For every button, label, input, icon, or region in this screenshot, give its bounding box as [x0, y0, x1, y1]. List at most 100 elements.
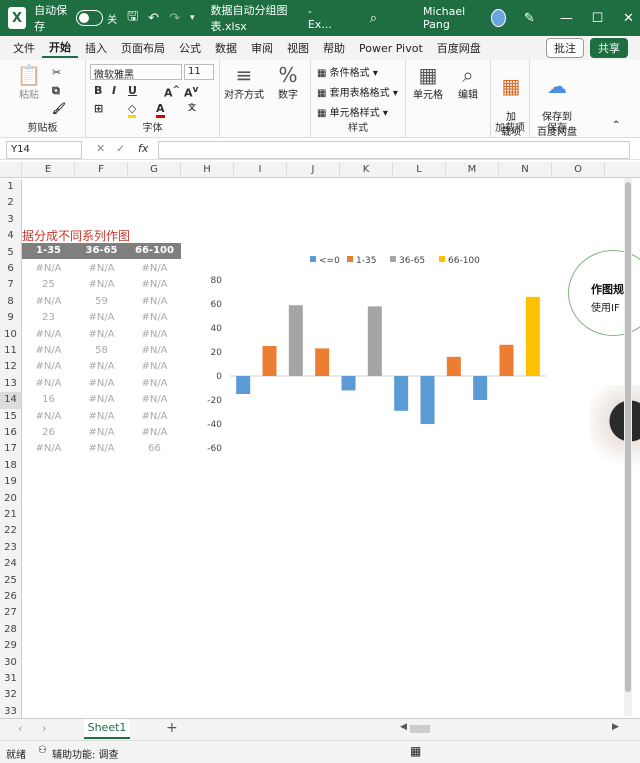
enter-icon[interactable]: ✓: [116, 142, 125, 155]
cond-format-button[interactable]: ▦ 条件格式 ▾: [317, 64, 378, 79]
table-cell[interactable]: #N/A: [128, 409, 181, 425]
paste-button[interactable]: 📋 粘贴: [12, 64, 46, 101]
name-box[interactable]: Y14: [6, 141, 82, 159]
table-cell[interactable]: 66: [128, 441, 181, 457]
bar-11[interactable]: [499, 344, 514, 376]
align-button[interactable]: ≡ 对齐方式: [222, 64, 266, 101]
table-cell[interactable]: 26: [22, 425, 75, 441]
cells-button[interactable]: ▦ 单元格: [408, 64, 448, 101]
table-cell[interactable]: #N/A: [75, 425, 128, 441]
table-cell[interactable]: #N/A: [75, 310, 128, 326]
bar-3[interactable]: [288, 305, 303, 376]
table-cell[interactable]: #N/A: [128, 294, 181, 310]
tab-review[interactable]: 审阅: [244, 40, 280, 56]
row-header-1[interactable]: 1: [0, 179, 22, 196]
phonetic-icon[interactable]: 文: [188, 102, 196, 113]
scroll-left-icon[interactable]: ◀: [400, 722, 407, 732]
row-header-20[interactable]: 20: [0, 490, 22, 507]
row-header-9[interactable]: 9: [0, 310, 22, 327]
header-66-100[interactable]: 66-100: [128, 243, 181, 259]
bar-6[interactable]: [367, 306, 382, 376]
table-cell[interactable]: 25: [22, 277, 75, 293]
bar-7[interactable]: [394, 376, 409, 411]
table-cell[interactable]: #N/A: [22, 376, 75, 392]
tab-formulas[interactable]: 公式: [172, 40, 208, 56]
table-cell[interactable]: #N/A: [128, 425, 181, 441]
row-header-13[interactable]: 13: [0, 375, 22, 393]
scroll-thumb[interactable]: [625, 182, 631, 692]
fx-icon[interactable]: fx: [138, 142, 148, 155]
sheet-tab-sheet1[interactable]: Sheet1: [84, 719, 130, 739]
column-header-g[interactable]: G: [128, 162, 181, 178]
row-header-22[interactable]: 22: [0, 523, 22, 540]
row-header-31[interactable]: 31: [0, 671, 22, 688]
column-header-f[interactable]: F: [75, 162, 128, 178]
row-header-3[interactable]: 3: [0, 211, 22, 229]
bar-5[interactable]: [341, 376, 356, 391]
normal-view-icon[interactable]: ▦: [410, 744, 421, 758]
formula-input[interactable]: [158, 141, 630, 159]
row-header-7[interactable]: 7: [0, 277, 22, 294]
avatar[interactable]: [490, 9, 506, 27]
bar-4[interactable]: [315, 348, 330, 376]
table-cell[interactable]: #N/A: [75, 261, 128, 277]
row-header-14[interactable]: 14: [0, 392, 22, 409]
column-header-e[interactable]: E: [22, 162, 75, 178]
format-painter-icon[interactable]: 🖌: [52, 102, 66, 115]
column-header-h[interactable]: H: [181, 162, 234, 178]
row-header-24[interactable]: 24: [0, 556, 22, 573]
search-icon[interactable]: ⌕: [370, 11, 377, 26]
accessibility-status[interactable]: 辅助功能: 调查: [52, 746, 119, 761]
row-header-29[interactable]: 29: [0, 638, 22, 655]
table-cell[interactable]: #N/A: [22, 441, 75, 457]
column-header-i[interactable]: I: [234, 162, 287, 178]
row-header-32[interactable]: 32: [0, 687, 22, 704]
maximize-button[interactable]: ☐: [586, 11, 609, 26]
edit-button[interactable]: ⌕ 编辑: [450, 64, 486, 101]
bar-9[interactable]: [446, 356, 461, 376]
table-cell[interactable]: #N/A: [75, 359, 128, 375]
underline-icon[interactable]: U: [128, 84, 137, 97]
row-header-11[interactable]: 11: [0, 343, 22, 360]
table-cell[interactable]: #N/A: [75, 376, 128, 392]
tab-data[interactable]: 数据: [208, 40, 244, 56]
tab-power-pivot[interactable]: Power Pivot: [352, 42, 430, 55]
column-header-j[interactable]: J: [287, 162, 340, 178]
h-scroll-thumb[interactable]: [410, 725, 430, 733]
bar-8[interactable]: [420, 376, 435, 424]
select-all-corner[interactable]: [0, 162, 22, 178]
table-cell[interactable]: #N/A: [128, 376, 181, 392]
table-cell[interactable]: 23: [22, 310, 75, 326]
number-button[interactable]: % 数字: [270, 64, 306, 101]
column-header-m[interactable]: M: [446, 162, 499, 178]
row-header-5[interactable]: 5: [0, 244, 22, 261]
bar-2[interactable]: [262, 346, 277, 376]
table-cell[interactable]: #N/A: [128, 392, 181, 408]
row-header-26[interactable]: 26: [0, 589, 22, 606]
font-name-select[interactable]: 微软雅黑: [90, 64, 182, 81]
undo-icon[interactable]: ↶: [148, 11, 159, 26]
tab-view[interactable]: 视图: [280, 40, 316, 56]
row-header-19[interactable]: 19: [0, 474, 22, 491]
tab-page-layout[interactable]: 页面布局: [114, 40, 172, 56]
next-sheet-icon[interactable]: ›: [42, 722, 46, 735]
table-cell[interactable]: #N/A: [128, 277, 181, 293]
table-cell[interactable]: #N/A: [75, 277, 128, 293]
table-cell[interactable]: #N/A: [22, 343, 75, 359]
table-cell[interactable]: #N/A: [75, 409, 128, 425]
table-cell[interactable]: #N/A: [128, 327, 181, 343]
table-cell[interactable]: #N/A: [75, 392, 128, 408]
row-header-15[interactable]: 15: [0, 408, 22, 425]
table-cell[interactable]: #N/A: [128, 343, 181, 359]
row-header-16[interactable]: 16: [0, 425, 22, 442]
cut-icon[interactable]: ✂: [52, 66, 61, 79]
row-header-28[interactable]: 28: [0, 621, 22, 639]
font-color-icon[interactable]: A: [156, 102, 165, 118]
cell-style-button[interactable]: ▦ 单元格样式 ▾: [317, 104, 388, 119]
row-header-18[interactable]: 18: [0, 457, 22, 475]
autosave-toggle[interactable]: [76, 10, 104, 26]
header-1-35[interactable]: 1-35: [22, 243, 75, 259]
row-header-27[interactable]: 27: [0, 605, 22, 622]
table-cell[interactable]: 16: [22, 392, 75, 408]
copy-icon[interactable]: ⧉: [52, 84, 60, 98]
